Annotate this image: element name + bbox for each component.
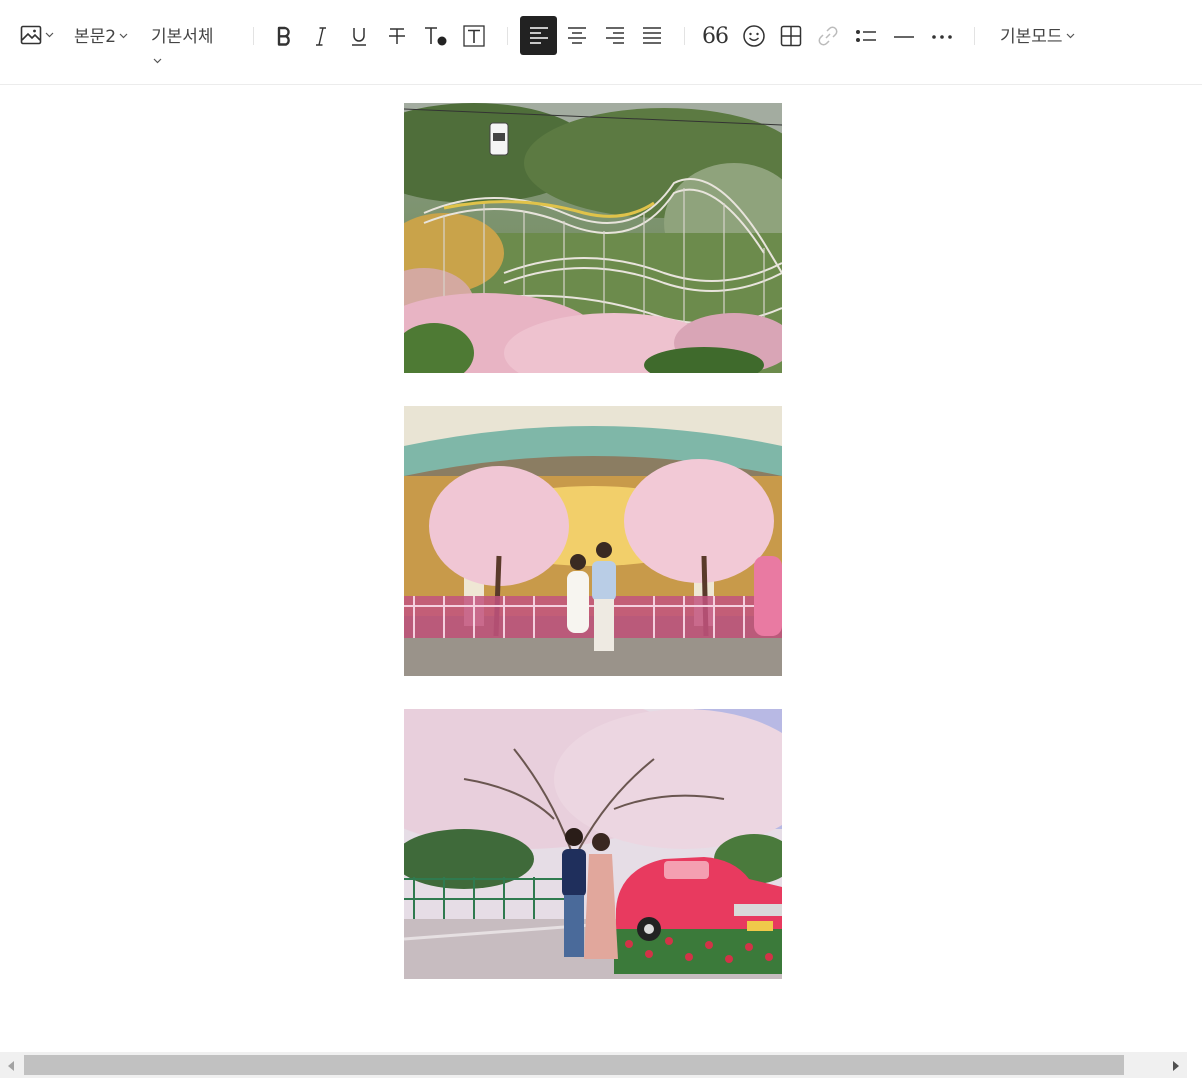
paragraph-style-label: 본문2 — [74, 26, 117, 47]
editor-mode-label: 기본모드 — [1000, 26, 1063, 47]
emoji-button[interactable] — [739, 20, 769, 52]
paragraph-style-dropdown[interactable]: 본문2 — [74, 22, 128, 47]
quote-button[interactable]: 66 — [700, 20, 730, 52]
editor-mode-dropdown[interactable]: 기본모드 — [1000, 22, 1075, 47]
align-left-button[interactable] — [520, 16, 557, 55]
editor-toolbar: 본문2 기본서체 66 기본모드 — [0, 0, 1202, 85]
table-icon — [779, 24, 803, 48]
toolbar-divider — [974, 27, 975, 45]
align-left-icon — [528, 25, 550, 47]
scroll-right-arrow[interactable] — [1165, 1052, 1187, 1078]
scroll-left-arrow[interactable] — [0, 1052, 22, 1078]
chevron-down-icon — [45, 32, 54, 38]
caret-left-icon — [8, 1056, 14, 1075]
chevron-down-icon[interactable] — [153, 49, 162, 68]
align-right-icon — [604, 25, 626, 47]
scrollbar-thumb[interactable] — [24, 1055, 1124, 1075]
strikethrough-icon — [387, 25, 407, 47]
insert-image-button[interactable] — [16, 20, 56, 50]
font-family-label: 기본서체 — [151, 26, 214, 47]
image-icon — [19, 23, 43, 47]
chevron-down-icon — [1066, 24, 1075, 44]
underline-icon — [349, 25, 369, 47]
toolbar-divider — [684, 27, 685, 45]
italic-button[interactable] — [307, 20, 335, 52]
emoji-icon — [742, 24, 766, 48]
more-button[interactable] — [927, 20, 957, 52]
photo-rollercoaster[interactable] — [404, 103, 782, 373]
quote-icon: 66 — [702, 23, 729, 49]
align-justify-icon — [641, 25, 663, 47]
italic-icon — [311, 25, 331, 47]
table-button[interactable] — [776, 20, 806, 52]
toolbar-divider — [253, 27, 254, 45]
text-color-button[interactable] — [420, 20, 450, 52]
bold-icon — [274, 25, 294, 47]
link-icon — [816, 24, 840, 48]
bullet-list-button[interactable] — [851, 20, 881, 52]
align-justify-button[interactable] — [637, 20, 667, 52]
text-color-icon — [422, 24, 448, 48]
text-background-icon — [462, 24, 486, 48]
align-right-button[interactable] — [600, 20, 630, 52]
editor-content[interactable] — [0, 86, 1202, 1052]
toolbar-divider — [507, 27, 508, 45]
chevron-down-icon — [119, 24, 128, 44]
horizontal-rule-button[interactable] — [889, 20, 919, 52]
photo-couple-vintage-car[interactable] — [404, 709, 782, 979]
caret-right-icon — [1173, 1056, 1179, 1075]
horizontal-scrollbar[interactable] — [0, 1052, 1187, 1078]
more-icon — [930, 25, 954, 47]
bold-button[interactable] — [270, 20, 298, 52]
text-background-button[interactable] — [459, 20, 489, 52]
underline-button[interactable] — [345, 20, 373, 52]
link-button[interactable] — [813, 20, 843, 52]
horizontal-rule-icon — [892, 25, 916, 47]
font-family-dropdown[interactable]: 기본서체 — [151, 22, 214, 47]
align-center-icon — [566, 25, 588, 47]
align-center-button[interactable] — [562, 20, 592, 52]
photo-carousel-couple[interactable] — [404, 406, 782, 676]
strikethrough-button[interactable] — [383, 20, 411, 52]
bullet-list-icon — [854, 25, 878, 47]
